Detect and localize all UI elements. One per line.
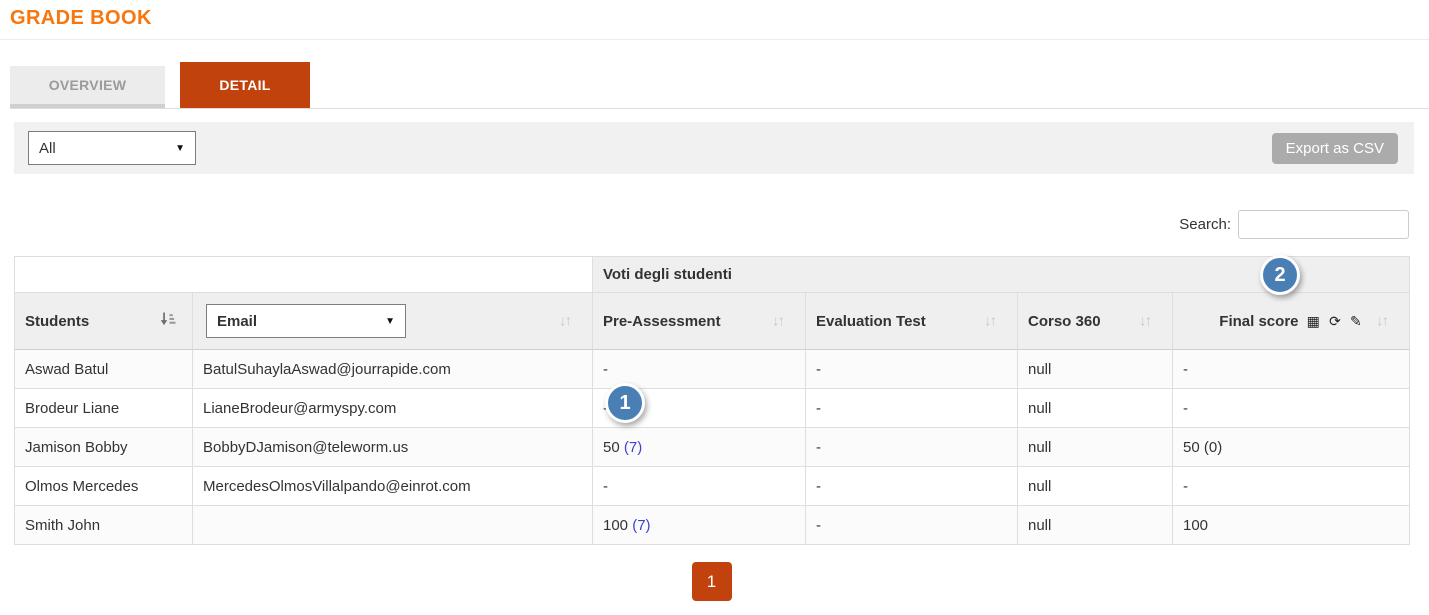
- final-score-cell: -: [1171, 466, 1411, 506]
- sort-amount-icon[interactable]: [160, 312, 176, 331]
- group-header-empty-cell: [14, 256, 593, 293]
- attempts-link[interactable]: (7): [624, 439, 642, 456]
- column-header-email: Email ▼ ↓↑: [192, 292, 593, 350]
- email-cell: MercedesOlmosVillalpando@einrot.com: [192, 466, 593, 506]
- search-row: Search:: [0, 210, 1409, 239]
- annotation-badge-2: 2: [1260, 255, 1300, 295]
- table-row: Jamison Bobby BobbyDJamison@teleworm.us …: [14, 427, 1411, 467]
- sort-icon[interactable]: ↓↑: [1139, 313, 1152, 330]
- final-score-cell: 50 (0): [1171, 427, 1411, 467]
- tab-overview[interactable]: OVERVIEW: [10, 66, 165, 108]
- search-input[interactable]: [1238, 210, 1409, 239]
- column-header-pre-assessment[interactable]: Pre-Assessment ↓↑: [592, 292, 806, 350]
- email-cell: BatulSuhaylaAswad@jourrapide.com: [192, 349, 593, 389]
- student-name-cell: Smith John: [14, 505, 193, 545]
- title-divider: [0, 39, 1429, 40]
- email-select-value: Email: [217, 312, 258, 330]
- corso-360-cell: null: [1017, 388, 1173, 428]
- evaluation-test-cell: -: [805, 427, 1018, 467]
- edit-icon[interactable]: ✎: [1350, 313, 1363, 329]
- pre-assessment-cell: 50 (7): [592, 427, 806, 467]
- sort-icon[interactable]: ↓↑: [559, 313, 572, 330]
- filter-select[interactable]: All ▼: [28, 131, 196, 165]
- final-score-cell: -: [1171, 349, 1411, 389]
- tab-bar: OVERVIEW DETAIL: [10, 62, 1429, 109]
- gradebook-table: Voti degli studenti Students Email ▼ ↓↑ …: [14, 256, 1411, 545]
- pre-assessment-cell: -: [592, 466, 806, 506]
- refresh-icon[interactable]: ⟳: [1329, 313, 1342, 329]
- email-cell: LianeBrodeur@armyspy.com: [192, 388, 593, 428]
- toolbar: All ▼ Export as CSV: [14, 122, 1414, 174]
- table-row: Aswad Batul BatulSuhaylaAswad@jourrapide…: [14, 349, 1411, 389]
- pre-assessment-cell: 100 (7): [592, 505, 806, 545]
- student-name-cell: Olmos Mercedes: [14, 466, 193, 506]
- sort-icon[interactable]: ↓↑: [1376, 313, 1389, 330]
- final-score-cell: -: [1171, 388, 1411, 428]
- sort-icon[interactable]: ↓↑: [772, 313, 785, 330]
- corso-360-cell: null: [1017, 349, 1173, 389]
- table-row: Olmos Mercedes MercedesOlmosVillalpando@…: [14, 466, 1411, 506]
- table-row: Brodeur Liane LianeBrodeur@armyspy.com -…: [14, 388, 1411, 428]
- annotation-badge-1: 1: [605, 383, 645, 423]
- export-csv-button[interactable]: Export as CSV: [1271, 132, 1398, 164]
- attempts-link[interactable]: (7): [632, 517, 650, 534]
- pagination: 1: [0, 562, 1423, 601]
- group-header-row: Voti degli studenti: [14, 256, 1411, 293]
- calculator-icon[interactable]: ▦: [1307, 313, 1321, 329]
- page-title: GRADE BOOK: [10, 7, 152, 29]
- final-score-cell: 100: [1171, 505, 1411, 545]
- email-cell: [192, 505, 593, 545]
- corso-360-cell: null: [1017, 427, 1173, 467]
- student-name-cell: Jamison Bobby: [14, 427, 193, 467]
- column-header-row: Students Email ▼ ↓↑ Pre-Assessment ↓↑ Ev…: [14, 292, 1411, 350]
- chevron-down-icon: ▼: [175, 142, 185, 154]
- email-column-select[interactable]: Email ▼: [206, 304, 406, 338]
- page-1-button[interactable]: 1: [691, 562, 732, 601]
- student-name-cell: Brodeur Liane: [14, 388, 193, 428]
- chevron-down-icon: ▼: [385, 315, 395, 327]
- column-header-corso-360[interactable]: Corso 360 ↓↑: [1017, 292, 1173, 350]
- table-row: Smith John 100 (7) - null 100: [14, 505, 1411, 545]
- corso-360-cell: null: [1017, 505, 1173, 545]
- evaluation-test-cell: -: [805, 466, 1018, 506]
- filter-selected-value: All: [39, 139, 56, 157]
- sort-icon[interactable]: ↓↑: [984, 313, 997, 330]
- email-cell: BobbyDJamison@teleworm.us: [192, 427, 593, 467]
- search-label: Search:: [1179, 216, 1231, 233]
- column-header-students[interactable]: Students: [14, 292, 193, 350]
- corso-360-cell: null: [1017, 466, 1173, 506]
- evaluation-test-cell: -: [805, 505, 1018, 545]
- evaluation-test-cell: -: [805, 349, 1018, 389]
- evaluation-test-cell: -: [805, 388, 1018, 428]
- column-header-final-score[interactable]: Final score ▦ ⟳ ✎ ↓↑: [1171, 292, 1411, 350]
- tab-detail[interactable]: DETAIL: [180, 62, 310, 108]
- student-name-cell: Aswad Batul: [14, 349, 193, 389]
- gradebook-page: GRADE BOOK OVERVIEW DETAIL All ▼ Export …: [0, 0, 1429, 615]
- column-header-evaluation-test[interactable]: Evaluation Test ↓↑: [805, 292, 1018, 350]
